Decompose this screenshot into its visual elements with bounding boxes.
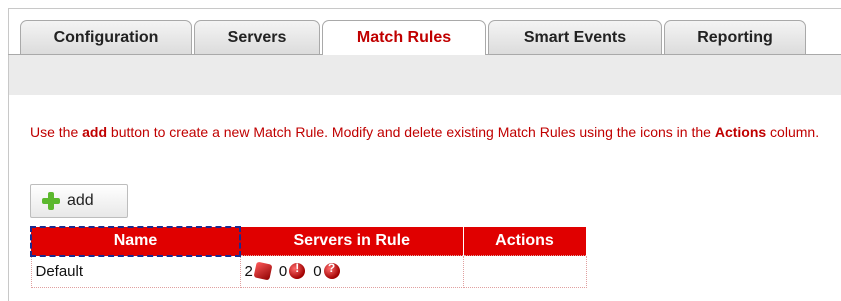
tab-label: Match Rules xyxy=(356,29,452,46)
table-row[interactable]: Default 2 0 0 xyxy=(30,255,587,288)
tab-label: Smart Events xyxy=(523,28,627,46)
tab-servers[interactable]: Servers xyxy=(194,20,320,54)
table-header-row: Name Servers in Rule Actions xyxy=(30,226,587,257)
column-header-name[interactable]: Name xyxy=(30,226,241,257)
servers-warn-count: 0 xyxy=(278,262,288,280)
sub-toolbar xyxy=(9,55,841,95)
tab-configuration[interactable]: Configuration xyxy=(20,20,192,54)
tab-match-rules[interactable]: Match Rules xyxy=(322,20,486,55)
column-header-servers[interactable]: Servers in Rule xyxy=(240,227,464,256)
server-cube-icon xyxy=(253,261,273,281)
servers-total-count: 2 xyxy=(244,262,253,280)
match-rules-table: Name Servers in Rule Actions Default 2 0… xyxy=(30,226,587,288)
instructions-text: Use the add button to create a new Match… xyxy=(30,124,820,140)
rule-name-cell: Default xyxy=(30,255,241,288)
column-header-actions[interactable]: Actions xyxy=(463,227,587,256)
tab-smart-events[interactable]: Smart Events xyxy=(488,20,662,54)
add-button-label: add xyxy=(67,192,94,209)
unknown-icon xyxy=(323,261,340,280)
tab-label: Servers xyxy=(227,28,287,46)
plus-icon xyxy=(41,191,61,211)
add-button[interactable]: add xyxy=(30,184,128,218)
tab-label: Reporting xyxy=(697,28,773,46)
tab-reporting[interactable]: Reporting xyxy=(664,20,806,54)
actions-cell xyxy=(462,255,587,288)
warning-icon xyxy=(289,261,306,280)
servers-cell: 2 0 0 xyxy=(239,255,464,288)
servers-unknown-count: 0 xyxy=(313,262,322,280)
tab-label: Configuration xyxy=(53,28,159,46)
